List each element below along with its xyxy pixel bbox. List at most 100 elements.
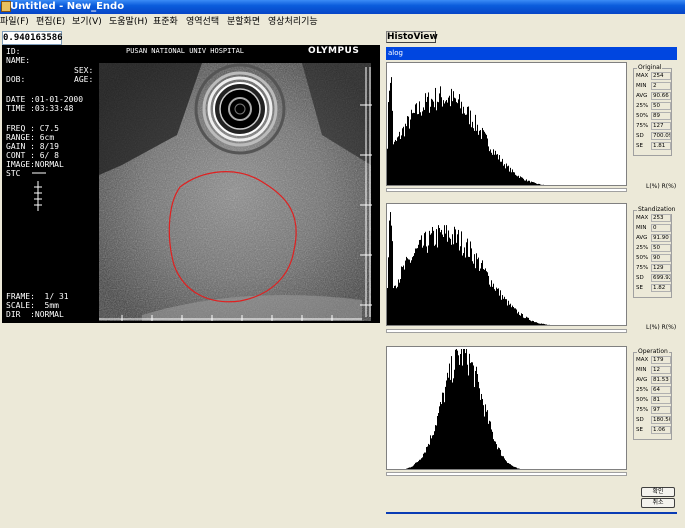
histogram-bar — [456, 102, 457, 185]
histogram-bar — [445, 233, 446, 325]
histogram-bar — [491, 280, 492, 325]
ultrasound-image[interactable]: ID: NAME: PUSAN NATIONAL UNIV HOSPITAL O… — [2, 45, 380, 323]
histogram-bar — [407, 468, 408, 469]
histogram-bar — [442, 106, 443, 185]
histogram-bar — [542, 323, 543, 325]
histogram-bar — [479, 130, 480, 185]
histogram-bar — [540, 323, 541, 325]
age-label: AGE: — [74, 75, 94, 84]
histogram-bar — [477, 259, 478, 325]
histogram-bar — [515, 467, 516, 469]
histogram-bar — [465, 353, 466, 469]
menu-split-screen[interactable]: 분할화면 — [227, 14, 260, 30]
histogram-bar — [457, 103, 458, 185]
histogram-bar — [392, 241, 393, 325]
histogram-bar — [482, 398, 483, 469]
stats-operation-title: Operation — [637, 348, 669, 356]
histogram-bar — [404, 469, 405, 470]
histogram-bar — [517, 468, 518, 469]
histogram-bar — [443, 100, 444, 185]
histogram-bar — [495, 290, 496, 325]
histogram-bar — [471, 127, 472, 185]
histogram-bar — [511, 307, 512, 325]
histogram-bar — [454, 97, 455, 185]
histogram-bar — [551, 325, 552, 326]
histogram-bar — [404, 136, 405, 185]
menu-edit[interactable]: 편집(E) — [36, 14, 65, 30]
stat-value: 700.09 — [651, 132, 671, 140]
menu-region-select[interactable]: 영역선택 — [186, 14, 219, 30]
stat-value: 1.06 — [651, 426, 671, 434]
histogram-bar — [475, 114, 476, 185]
histogram-bar — [422, 457, 423, 469]
histogram-bar — [516, 467, 517, 469]
histogram-bar — [484, 131, 485, 185]
menu-help[interactable]: 도움말(H) — [109, 14, 148, 30]
histogram-bar — [536, 183, 537, 185]
histogram-bar — [440, 402, 441, 469]
histogram-bar — [539, 323, 540, 325]
histogram-bar — [432, 435, 433, 469]
histogram-bar — [496, 287, 497, 325]
cancel-button[interactable]: 취소 — [641, 498, 675, 508]
histogram-bar — [394, 141, 395, 185]
histogram-bar — [490, 421, 491, 469]
menu-file[interactable]: 파일(F) — [0, 14, 29, 30]
histogram-bar — [410, 119, 411, 185]
histogram-bar — [468, 256, 469, 325]
stat-value: 90 — [651, 254, 671, 262]
histogram-bar — [545, 324, 546, 325]
histogram-bar — [466, 242, 467, 325]
histogram-bar — [550, 325, 551, 326]
histogram-bar — [427, 252, 428, 325]
histogram-bar — [413, 465, 414, 469]
histogram-bar — [474, 254, 475, 325]
histogram-bar — [540, 184, 541, 185]
histogram-bar — [417, 248, 418, 325]
histogram-bar — [445, 101, 446, 185]
histogram-bar — [486, 134, 487, 185]
histogram-bar — [474, 130, 475, 185]
histogram-bar — [388, 257, 389, 325]
menu-image-processing[interactable]: 영상처리기능 — [268, 14, 318, 30]
histogram-bar — [423, 245, 424, 325]
menu-standardize[interactable]: 표준화 — [153, 14, 178, 30]
histogram-bar — [541, 323, 542, 325]
histogram-bar — [398, 136, 399, 185]
histogram-bar — [454, 226, 455, 325]
histogram-bar — [434, 107, 435, 185]
histogram-bar — [541, 184, 542, 185]
value-readout[interactable]: 0.940163586 — [2, 31, 63, 45]
histogram-bar — [450, 238, 451, 325]
histogram-bar — [482, 260, 483, 325]
histogram-bar — [434, 245, 435, 325]
histogram-bar — [420, 239, 421, 325]
histogram-bar — [488, 275, 489, 325]
histogram-bar — [429, 230, 430, 325]
histogram-bar — [423, 107, 424, 185]
stat-label: SE — [636, 143, 643, 149]
histogram-bar — [393, 144, 394, 185]
histogram-bar — [487, 272, 488, 325]
histogram-bar — [470, 363, 471, 469]
histogram-bar — [402, 128, 403, 185]
ok-button[interactable]: 확인 — [641, 487, 675, 497]
stat-value: 699.92 — [651, 274, 671, 282]
histogram-bar — [396, 141, 397, 185]
histogram-bar — [440, 86, 441, 185]
histogram-bar — [478, 134, 479, 185]
histogram-bar — [462, 113, 463, 185]
histogram-bar — [429, 444, 430, 469]
histogram-bar — [516, 309, 517, 325]
histogram-bar — [493, 283, 494, 325]
menu-view[interactable]: 보기(V) — [72, 14, 102, 30]
histogram-bar — [478, 381, 479, 469]
histogram-bar — [518, 175, 519, 185]
histogram-bar — [500, 449, 501, 469]
histogram-bar — [504, 296, 505, 325]
stc-label: STC — [6, 169, 21, 178]
histogram-bar — [412, 113, 413, 185]
stat-label: MIN — [636, 83, 647, 89]
histoview-tab[interactable]: HistoView — [386, 31, 438, 43]
histogram-bar — [455, 349, 456, 469]
